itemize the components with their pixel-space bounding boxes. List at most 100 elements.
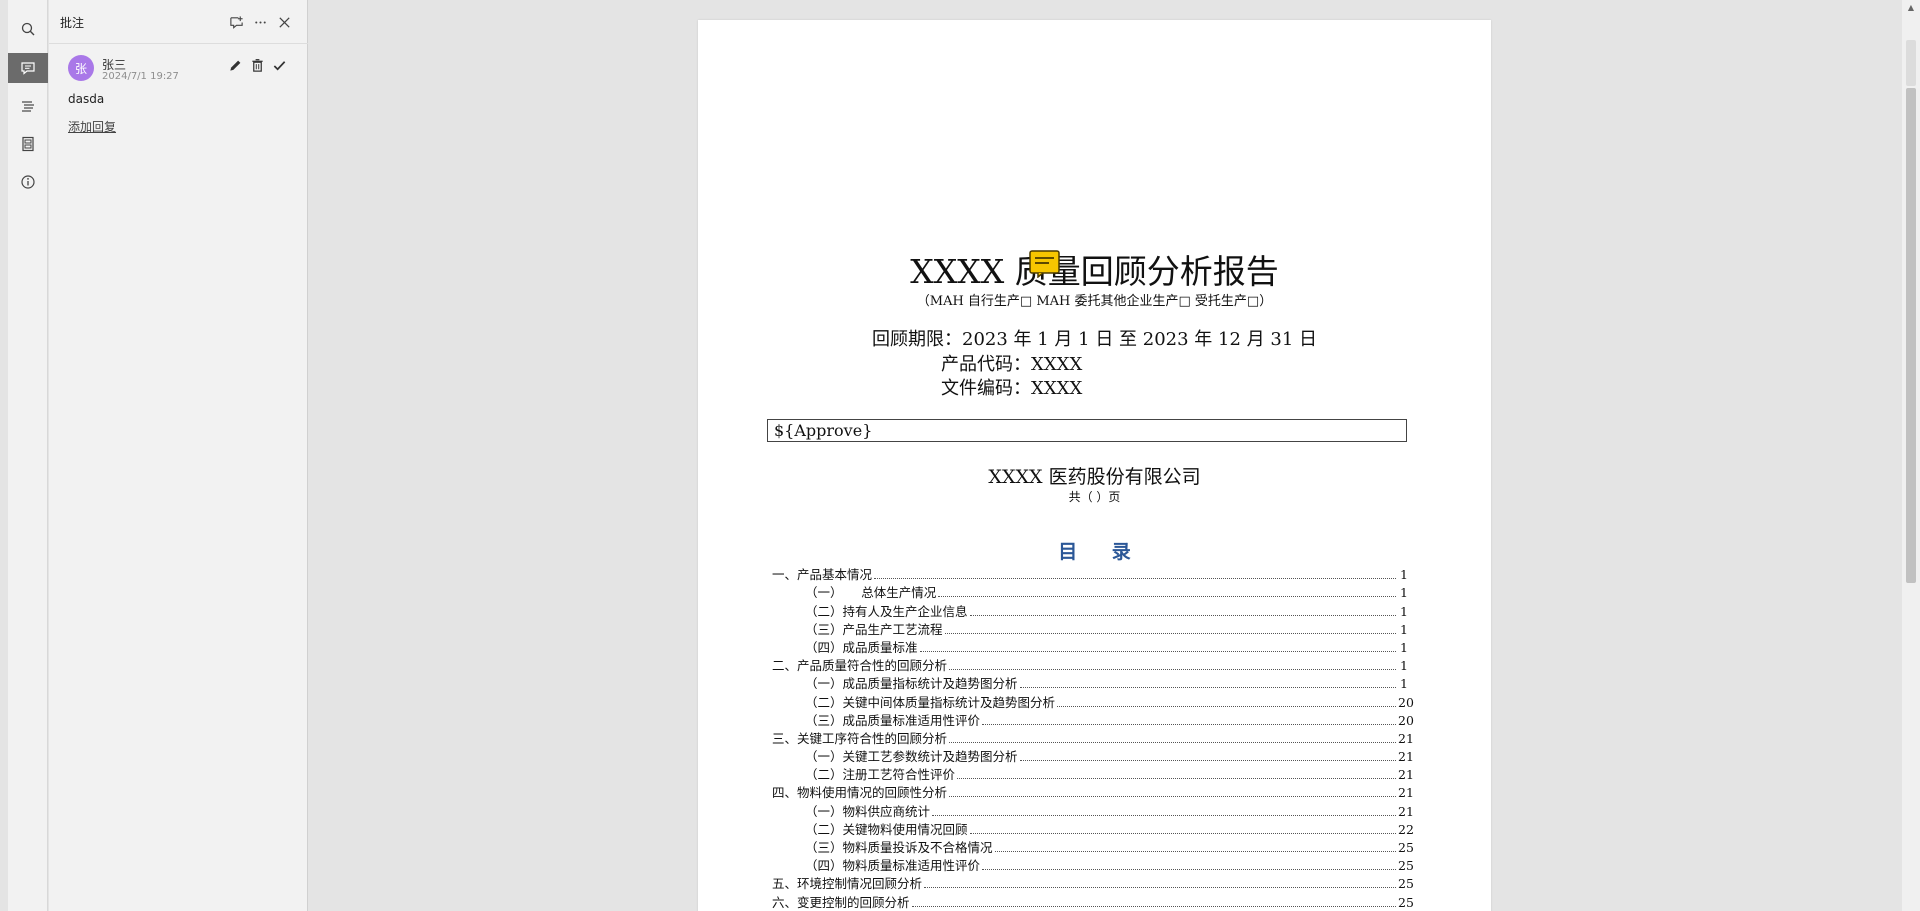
- document-title: XXXX 质量回顾分析报告: [910, 252, 1279, 291]
- toc-entry-text: （三）成品质量标准适用性评价: [805, 712, 981, 728]
- toc-entry-text: 六、变更控制的回顾分析: [772, 894, 910, 910]
- toc-leader-dots: [911, 905, 1396, 907]
- toc-leader-dots: [924, 887, 1396, 889]
- toc-entry[interactable]: 四、物料使用情况的回顾性分析 21: [772, 782, 1414, 801]
- toc-entry-page: 1: [1400, 676, 1408, 692]
- rail-info-button[interactable]: [8, 167, 48, 197]
- toc-entry[interactable]: 一、产品基本情况 1: [772, 564, 1408, 582]
- delete-comment-button[interactable]: [247, 55, 267, 75]
- toc-entry[interactable]: 二、产品质量符合性的回顾分析 1: [772, 655, 1408, 673]
- toc-leader-dots: [949, 796, 1396, 798]
- toc-entry-page: 21: [1398, 785, 1414, 801]
- toc-leader-dots: [982, 723, 1396, 725]
- thumbnail-icon: [22, 136, 34, 152]
- toc-leader-dots: [932, 814, 1396, 816]
- toc-entry-page: 25: [1398, 858, 1414, 874]
- toc-entry-page: 1: [1400, 585, 1408, 601]
- toc-entry[interactable]: （三）成品质量标准适用性评价 20: [772, 710, 1414, 728]
- toc-entry-page: 1: [1400, 621, 1408, 637]
- document-code: 文件编码：XXXX: [941, 378, 1083, 399]
- avatar: 张: [68, 55, 94, 81]
- toc-entry[interactable]: （三）产品生产工艺流程 1: [772, 619, 1408, 637]
- toc-leader-dots: [949, 669, 1396, 671]
- toc-entry-text: 五、环境控制情况回顾分析: [772, 876, 923, 892]
- toc-entry[interactable]: （二）关键中间体质量指标统计及趋势图分析 20: [772, 691, 1414, 710]
- toc-entry-text: （二）持有人及生产企业信息: [805, 603, 968, 619]
- toc-entry-page: 21: [1398, 730, 1414, 746]
- toc-entry[interactable]: 三、关键工序符合性的回顾分析 21: [772, 728, 1414, 746]
- toc-entry[interactable]: （一）关键工艺参数统计及趋势图分析 21: [772, 746, 1414, 765]
- toc-leader-dots: [938, 596, 1396, 598]
- panel-title: 批注: [60, 16, 85, 30]
- pencil-icon: [229, 60, 240, 71]
- rail-thumbnail-button[interactable]: [8, 129, 48, 159]
- comment-marker-icon[interactable]: [1029, 250, 1060, 278]
- toc-entry-text: 四、物料使用情况的回顾性分析: [772, 785, 948, 801]
- toc-entry-page: 21: [1398, 767, 1414, 783]
- toc-entry-text: （三）物料质量投诉及不合格情况: [805, 840, 993, 855]
- toc-entry-page: 20: [1398, 712, 1414, 728]
- rail-outline-button[interactable]: [8, 91, 48, 121]
- toc-heading: 目 录: [1058, 541, 1145, 563]
- toc-leader-dots: [919, 650, 1396, 652]
- scrollbar-thumb[interactable]: [1906, 88, 1916, 583]
- toc-entry-text: （二）关键中间体质量指标统计及趋势图分析: [805, 694, 1056, 710]
- review-period: 回顾期限：2023 年 1 月 1 日 至 2023 年 12 月 31 日: [872, 329, 1317, 350]
- document-page: XXXX 质量回顾分析报告 （MAH 自行生产□ MAH 委托其他企业生产□ 受…: [698, 20, 1491, 911]
- product-code: 产品代码：XXXX: [941, 354, 1083, 375]
- approve-placeholder-box: ${Approve}: [767, 419, 1407, 442]
- toc-entry-page: 22: [1398, 821, 1414, 837]
- toc-entry-page: 20: [1398, 694, 1414, 710]
- checkmark-icon: [273, 60, 285, 70]
- toc-entry-text: （三）产品生产工艺流程: [805, 621, 943, 637]
- toc-entry-text: （二）注册工艺符合性评价: [805, 767, 956, 783]
- toc-entry-text: （一）关键工艺参数统计及趋势图分析: [805, 749, 1018, 765]
- scroll-up-arrow-icon[interactable]: ▲: [1902, 0, 1920, 14]
- toc-leader-dots: [874, 578, 1396, 580]
- toc-entry[interactable]: （一）物料供应商统计 21: [772, 800, 1414, 819]
- close-icon: [278, 16, 290, 28]
- toc-entry-text: （一） 总体生产情况: [805, 585, 937, 601]
- toc-entry-page: 1: [1400, 658, 1408, 674]
- toc-entry[interactable]: 六、变更控制的回顾分析 25: [772, 891, 1414, 910]
- outline-icon: [22, 101, 34, 112]
- toc-entry-page: 21: [1398, 803, 1414, 819]
- rail-comment-button[interactable]: [8, 53, 48, 83]
- toc-entry[interactable]: （二）注册工艺符合性评价 21: [772, 764, 1414, 783]
- table-of-contents: 一、产品基本情况 1 （一） 总体生产情况 1 （二）持有人及生产企业信息 1 （三）产品生…: [772, 564, 1414, 910]
- toc-entry[interactable]: 五、环境控制情况回顾分析 25: [772, 873, 1414, 892]
- resolve-comment-button[interactable]: [269, 55, 289, 75]
- toc-entry-page: 21: [1398, 749, 1414, 765]
- toc-leader-dots: [982, 869, 1396, 871]
- toc-entry[interactable]: （二）持有人及生产企业信息 1: [772, 600, 1408, 619]
- more-icon: [254, 20, 266, 24]
- toc-leader-dots: [1019, 760, 1396, 762]
- toc-entry[interactable]: （二）关键物料使用情况回顾 22: [772, 819, 1414, 837]
- comment-time: 2024/7/1 19:27: [102, 71, 179, 82]
- toc-entry[interactable]: （四）物料质量标准适用性评价 25: [772, 855, 1414, 874]
- toc-entry-page: 25: [1398, 876, 1414, 892]
- left-icon-rail: [8, 0, 48, 911]
- toc-entry-page: 25: [1398, 840, 1414, 855]
- toc-entry[interactable]: （四）成品质量标准 1: [772, 637, 1408, 655]
- toc-entry-text: （一）成品质量指标统计及趋势图分析: [805, 676, 1018, 692]
- toc-leader-dots: [994, 851, 1396, 852]
- add-reply-link[interactable]: 添加回复: [68, 118, 116, 135]
- toc-leader-dots: [949, 741, 1396, 743]
- close-panel-button[interactable]: [274, 12, 294, 32]
- comment-body: dasda: [68, 92, 105, 106]
- toc-entry-page: 1: [1400, 603, 1408, 619]
- toc-entry-text: 三、关键工序符合性的回顾分析: [772, 730, 948, 746]
- edit-comment-button[interactable]: [225, 55, 245, 75]
- toc-leader-dots: [957, 778, 1396, 780]
- toc-entry[interactable]: （三）物料质量投诉及不合格情况 25: [772, 837, 1414, 855]
- toc-entry[interactable]: （一）成品质量指标统计及趋势图分析 1: [772, 673, 1408, 691]
- toc-entry[interactable]: （一） 总体生产情况 1: [772, 582, 1408, 600]
- trash-icon: [251, 58, 263, 72]
- info-icon: [21, 175, 35, 189]
- rail-search-button[interactable]: [8, 14, 48, 44]
- toc-entry-page: 1: [1400, 639, 1408, 655]
- vertical-scrollbar[interactable]: ▲: [1902, 0, 1920, 911]
- new-comment-button[interactable]: [226, 12, 246, 32]
- more-options-button[interactable]: [250, 12, 270, 32]
